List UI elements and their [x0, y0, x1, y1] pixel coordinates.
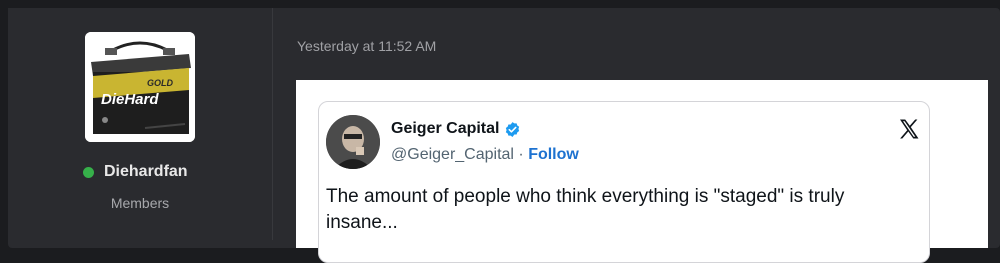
username-row: Diehardfan [83, 163, 188, 181]
user-title: Members [110, 195, 170, 211]
follow-button[interactable]: Follow [528, 146, 579, 163]
tweet-author-row: Geiger Capital [391, 120, 521, 138]
battery-avatar-image: GOLD DieHard [85, 32, 195, 142]
avatar-brand-text: DieHard [101, 91, 159, 108]
tweet-embed-card[interactable]: Geiger Capital @Geiger_Capital · Follow … [318, 101, 930, 263]
forum-post: GOLD DieHard Diehardfan Members Yesterda… [8, 8, 1000, 263]
handle-separator: · [513, 146, 529, 163]
avatar-grade-text: GOLD [147, 78, 173, 88]
username-link[interactable]: Diehardfan [104, 163, 188, 181]
verified-badge-icon [506, 121, 520, 137]
person-portrait-icon [326, 115, 380, 169]
online-status-icon [83, 166, 94, 178]
embed-container: Geiger Capital @Geiger_Capital · Follow … [296, 80, 988, 263]
tweet-handle[interactable]: @Geiger_Capital [391, 146, 514, 163]
post-timestamp[interactable]: Yesterday at 11:52 AM [297, 38, 436, 54]
x-logo-icon[interactable] [897, 117, 921, 141]
tweet-handle-row: @Geiger_Capital · Follow [391, 146, 579, 164]
tweet-author-avatar[interactable] [326, 115, 380, 169]
tweet-text: The amount of people who think everythin… [326, 186, 845, 233]
user-avatar[interactable]: GOLD DieHard [85, 32, 195, 142]
tweet-display-name[interactable]: Geiger Capital [391, 120, 499, 138]
post-author-column: GOLD DieHard Diehardfan Members [8, 8, 273, 240]
